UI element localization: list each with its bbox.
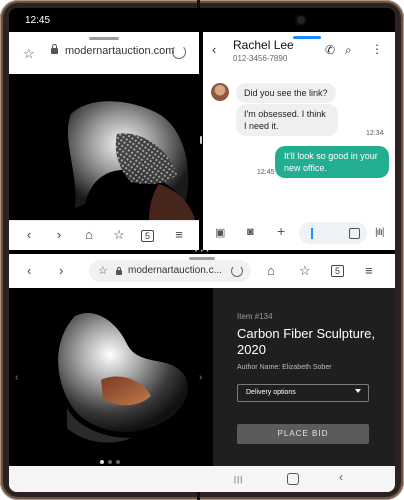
back-icon[interactable]: ‹ <box>21 227 37 242</box>
bottom-browser-toolbar: ‹ › ☆ modernartauction.c... ⌂ ☆ 5 ≡ <box>9 254 395 289</box>
reload-icon[interactable] <box>172 45 186 59</box>
carousel-prev-icon[interactable]: ‹ <box>15 372 18 383</box>
message-timestamp: 12:34 <box>366 130 384 137</box>
product-detail-panel: Item #134 Carbon Fiber Sculpture, 2020 A… <box>213 288 395 466</box>
add-icon[interactable]: + <box>277 223 285 239</box>
bookmark-icon[interactable]: ☆ <box>111 227 127 243</box>
horizontal-divider-handle[interactable]: • • • <box>195 249 210 255</box>
top-browser-toolbar: ‹ › ⌂ ☆ 5 ≡ <box>9 220 199 250</box>
top-browser-url-bar[interactable]: ☆ modernartauction.com <box>9 32 199 75</box>
menu-icon[interactable]: ≡ <box>171 227 187 242</box>
avatar[interactable] <box>211 83 229 101</box>
menu-icon[interactable]: ≡ <box>365 263 373 278</box>
carousel-next-icon[interactable]: › <box>199 372 202 383</box>
message-bubble-outgoing[interactable]: It'll look so good in your new office. <box>275 146 389 178</box>
carousel-dot[interactable] <box>116 460 120 464</box>
camera-cutout <box>297 16 305 24</box>
status-time: 12:45 <box>25 15 51 26</box>
back-arrow-icon[interactable]: ‹ <box>212 42 216 57</box>
top-browser-pane: ☆ modernartauction.com ‹ › ⌂ ☆ 5 ≡ <box>9 32 199 250</box>
item-number: Item #134 <box>237 312 273 321</box>
pane-drag-handle[interactable] <box>89 37 119 40</box>
system-back-icon[interactable]: ‹ <box>339 470 343 484</box>
message-bubble-incoming[interactable]: Did you see the link? <box>236 83 336 103</box>
product-image-carousel[interactable]: ‹ › <box>9 288 213 466</box>
screen: 12:45 ☆ modernartauction.com ‹ › ⌂ ☆ 5 ≡… <box>9 8 395 492</box>
recents-icon[interactable]: ||| <box>234 475 243 484</box>
tabs-icon[interactable]: 5 <box>141 230 154 242</box>
lock-icon <box>51 44 58 54</box>
reload-icon[interactable] <box>231 265 243 277</box>
status-bar: 12:45 <box>9 8 395 32</box>
conversation-header: ‹ Rachel Lee 012-3456-7890 ✆ ⌕ ⋮ <box>203 32 395 72</box>
back-icon[interactable]: ‹ <box>27 263 31 278</box>
pane-drag-handle[interactable] <box>293 36 321 39</box>
delivery-options-label: Delivery options <box>246 389 296 396</box>
author-name: Author Name: Elizabeth Sober <box>237 364 332 371</box>
gallery-icon[interactable]: ▣ <box>215 226 225 239</box>
messages-pane: ‹ Rachel Lee 012-3456-7890 ✆ ⌕ ⋮ Did you… <box>203 32 395 250</box>
bookmark-icon[interactable]: ☆ <box>299 263 311 279</box>
hinge-bottom <box>197 492 200 500</box>
system-nav-bar: ||| ‹ <box>9 466 395 492</box>
vertical-divider-handle[interactable] <box>200 136 202 144</box>
bottom-browser-url[interactable]: modernartauction.c... <box>128 265 222 276</box>
bottom-browser-url-bar[interactable]: ☆ modernartauction.c... <box>89 260 251 282</box>
compose-bar: ▣ ◙ + |ıIı| <box>203 218 395 250</box>
home-icon[interactable]: ⌂ <box>267 263 275 278</box>
carousel-dot-active[interactable] <box>100 460 104 464</box>
text-cursor <box>311 228 313 239</box>
forward-icon[interactable]: › <box>59 263 63 278</box>
bookmark-star-icon[interactable]: ☆ <box>23 46 35 62</box>
product-section: ‹ › Item #134 Carbon Fiber Sculpture, 20… <box>9 288 395 466</box>
carousel-dot[interactable] <box>108 460 112 464</box>
message-timestamp: 12:45 <box>257 169 275 176</box>
tabs-icon[interactable]: 5 <box>331 265 344 277</box>
forward-icon[interactable]: › <box>51 227 67 242</box>
more-icon[interactable]: ⋮ <box>371 42 383 56</box>
call-icon[interactable]: ✆ <box>325 43 335 57</box>
delivery-options-select[interactable]: Delivery options <box>237 384 369 402</box>
search-icon[interactable]: ⌕ <box>345 43 352 58</box>
voice-icon[interactable]: |ıIı| <box>375 227 384 238</box>
lock-icon <box>116 267 122 275</box>
dropdown-arrow-icon <box>355 389 361 393</box>
hinge-top <box>197 0 200 8</box>
place-bid-button[interactable]: PLACE BID <box>237 424 369 444</box>
bottom-browser-pane: ‹ › ☆ modernartauction.c... ⌂ ☆ 5 ≡ ‹ › … <box>9 254 395 492</box>
contact-phone: 012-3456-7890 <box>233 54 288 63</box>
product-title: Carbon Fiber Sculpture, 2020 <box>237 326 376 357</box>
bookmark-star-icon[interactable]: ☆ <box>98 264 108 277</box>
contact-name: Rachel Lee <box>233 38 294 52</box>
camera-icon[interactable]: ◙ <box>247 226 254 238</box>
sculpture-image-top <box>9 74 199 220</box>
message-bubble-incoming[interactable]: I'm obsessed. I think I need it. <box>236 104 338 136</box>
sticker-icon[interactable] <box>349 228 360 239</box>
top-browser-url[interactable]: modernartauction.com <box>65 45 174 57</box>
home-icon[interactable]: ⌂ <box>81 227 97 242</box>
sculpture-image-main <box>9 288 213 466</box>
home-button-icon[interactable] <box>287 473 299 485</box>
